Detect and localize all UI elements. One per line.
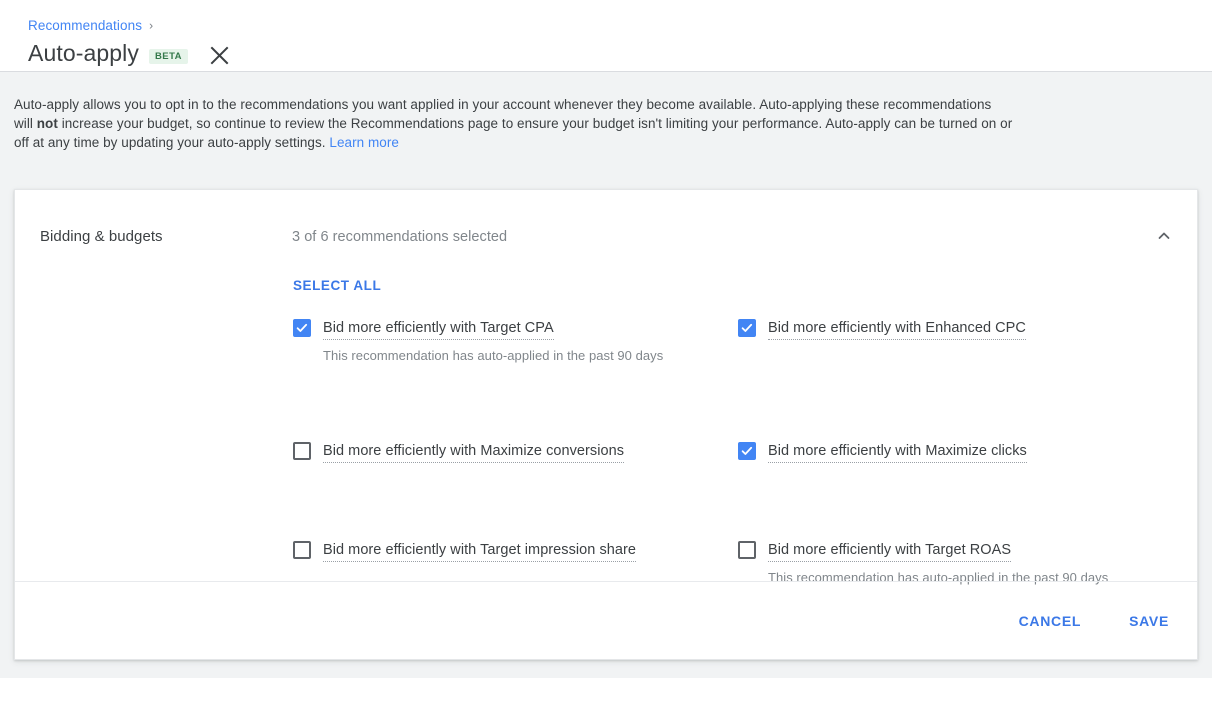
recommendation-cell: Bid more efficiently with Maximize conve…	[293, 441, 738, 463]
select-all-button[interactable]: SELECT ALL	[293, 278, 381, 293]
close-icon	[211, 46, 229, 64]
chevron-up-icon	[1158, 232, 1170, 239]
collapse-section-button[interactable]	[1144, 216, 1184, 256]
learn-more-link[interactable]: Learn more	[329, 135, 399, 150]
recommendation-texts: Bid more efficiently with Enhanced CPC	[768, 318, 1026, 340]
recommendation-row: Bid more efficiently with Maximize conve…	[293, 441, 1183, 463]
recommendation-item-target-roas: Bid more efficiently with Target ROAS Th…	[738, 540, 1183, 586]
recommendation-note: This recommendation has auto-applied in …	[323, 348, 664, 363]
recommendation-texts: Bid more efficiently with Target impress…	[323, 540, 636, 562]
recommendation-label[interactable]: Bid more efficiently with Maximize click…	[768, 441, 1027, 463]
auto-apply-page: Recommendations › Auto-apply BETA Auto-a…	[0, 0, 1212, 701]
cancel-button[interactable]: CANCEL	[1013, 605, 1088, 637]
checkbox-maximize-conversions[interactable]	[293, 442, 311, 460]
recommendation-row: Bid more efficiently with Target impress…	[293, 540, 1183, 586]
intro-paragraph: Auto-apply allows you to opt in to the r…	[14, 95, 1014, 152]
row-spacer	[293, 463, 1183, 540]
beta-badge: BETA	[148, 48, 188, 64]
bidding-budgets-card: Bidding & budgets 3 of 6 recommendations…	[14, 189, 1198, 660]
recommendation-cell: Bid more efficiently with Target ROAS Th…	[738, 540, 1183, 586]
recommendation-item-enhanced-cpc: Bid more efficiently with Enhanced CPC	[738, 318, 1183, 340]
page-body: Auto-apply allows you to opt in to the r…	[0, 72, 1212, 678]
recommendation-row: Bid more efficiently with Target CPA Thi…	[293, 318, 1183, 364]
recommendation-label[interactable]: Bid more efficiently with Target CPA	[323, 318, 554, 340]
checkbox-target-roas[interactable]	[738, 541, 756, 559]
checkbox-maximize-clicks[interactable]	[738, 442, 756, 460]
recommendation-cell: Bid more efficiently with Target impress…	[293, 540, 738, 586]
recommendation-item-maximize-conversions: Bid more efficiently with Maximize conve…	[293, 441, 738, 463]
check-icon	[296, 323, 308, 332]
recommendation-item-target-cpa: Bid more efficiently with Target CPA Thi…	[293, 318, 738, 364]
selection-summary: 3 of 6 recommendations selected	[292, 229, 508, 245]
page-header: Recommendations › Auto-apply BETA	[0, 0, 1212, 72]
row-spacer	[293, 364, 1183, 441]
recommendation-texts: Bid more efficiently with Target ROAS Th…	[768, 540, 1108, 586]
close-button[interactable]	[208, 43, 232, 67]
page-title: Auto-apply	[28, 40, 139, 66]
card-body: Bidding & budgets 3 of 6 recommendations…	[15, 190, 1197, 585]
check-icon	[741, 323, 753, 332]
recommendation-label[interactable]: Bid more efficiently with Enhanced CPC	[768, 318, 1026, 340]
recommendation-label[interactable]: Bid more efficiently with Target impress…	[323, 540, 636, 562]
checkbox-enhanced-cpc[interactable]	[738, 319, 756, 337]
breadcrumb: Recommendations ›	[28, 19, 153, 33]
section-title: Bidding & budgets	[40, 228, 163, 245]
recommendation-texts: Bid more efficiently with Maximize click…	[768, 441, 1027, 463]
recommendations-grid: Bid more efficiently with Target CPA Thi…	[293, 318, 1183, 586]
recommendation-cell: Bid more efficiently with Maximize click…	[738, 441, 1183, 463]
intro-text-part2: increase your budget, so continue to rev…	[14, 116, 1013, 150]
intro-emphasis: not	[36, 116, 58, 131]
recommendation-label[interactable]: Bid more efficiently with Maximize conve…	[323, 441, 625, 463]
page-bottom-area	[0, 678, 1212, 701]
recommendation-texts: Bid more efficiently with Maximize conve…	[323, 441, 625, 463]
recommendation-item-maximize-clicks: Bid more efficiently with Maximize click…	[738, 441, 1183, 463]
recommendation-texts: Bid more efficiently with Target CPA Thi…	[323, 318, 663, 364]
recommendation-label[interactable]: Bid more efficiently with Target ROAS	[768, 540, 1012, 562]
chevron-right-icon: ›	[149, 18, 154, 33]
save-button[interactable]: SAVE	[1123, 605, 1175, 637]
recommendation-cell: Bid more efficiently with Target CPA Thi…	[293, 318, 738, 364]
title-row: Auto-apply BETA	[28, 38, 232, 68]
check-icon	[741, 446, 753, 455]
card-footer: CANCEL SAVE	[15, 581, 1197, 659]
recommendation-cell: Bid more efficiently with Enhanced CPC	[738, 318, 1183, 364]
checkbox-target-cpa[interactable]	[293, 319, 311, 337]
recommendation-item-target-impression-share: Bid more efficiently with Target impress…	[293, 540, 738, 562]
breadcrumb-link-recommendations[interactable]: Recommendations	[28, 19, 142, 33]
checkbox-target-impression-share[interactable]	[293, 541, 311, 559]
